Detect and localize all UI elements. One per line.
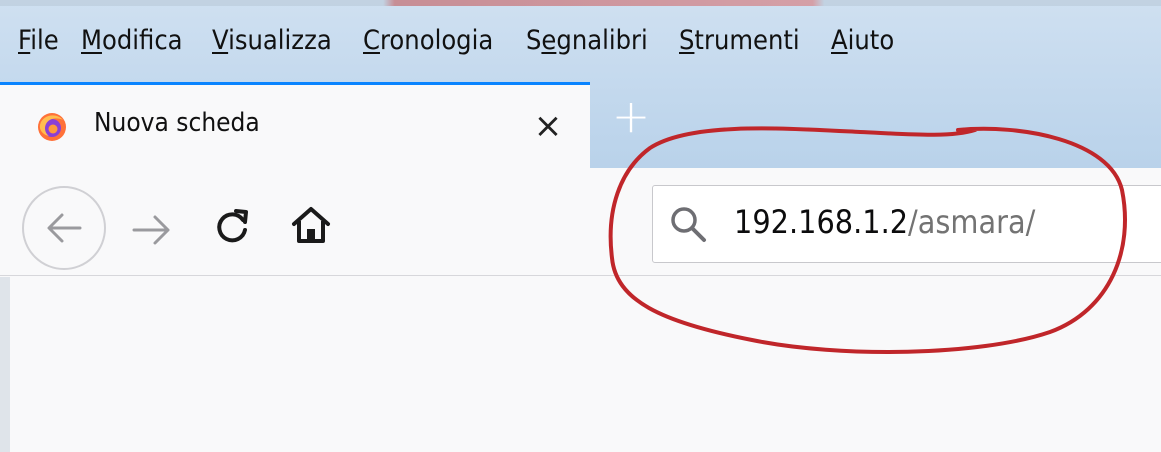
menu-strumenti[interactable]: Strumenti xyxy=(679,25,800,56)
menu-visualizza[interactable]: Visualizza xyxy=(212,25,332,56)
tab-title: Nuova scheda xyxy=(94,108,260,138)
url-host: 192.168.1.2 xyxy=(734,203,909,241)
tab-nuova-scheda[interactable] xyxy=(0,82,590,168)
search-icon xyxy=(671,207,706,242)
url-path: /asmara/ xyxy=(908,203,1036,241)
window-top-strip xyxy=(0,0,1161,6)
menu-modifica[interactable]: Modifica xyxy=(81,25,183,56)
menu-segnalibri[interactable]: Segnalibri xyxy=(526,25,648,56)
page-content xyxy=(0,277,1161,452)
url-text[interactable]: 192.168.1.2/asmara/ xyxy=(734,203,1035,241)
new-tab-button[interactable]: + xyxy=(608,93,654,142)
firefox-icon xyxy=(38,113,66,141)
back-arrow-icon xyxy=(47,213,82,243)
home-icon[interactable] xyxy=(290,204,332,246)
menu-aiuto[interactable]: Aiuto xyxy=(831,25,894,56)
window-edge xyxy=(0,277,10,452)
forward-arrow-icon[interactable] xyxy=(130,210,174,250)
menu-bar: File Modifica Visualizza Cronologia Segn… xyxy=(0,14,1161,66)
back-button[interactable] xyxy=(22,186,106,270)
reload-icon[interactable] xyxy=(212,206,252,246)
close-tab-icon[interactable]: × xyxy=(530,108,566,144)
menu-file[interactable]: File xyxy=(18,25,59,56)
menu-cronologia[interactable]: Cronologia xyxy=(363,25,493,56)
